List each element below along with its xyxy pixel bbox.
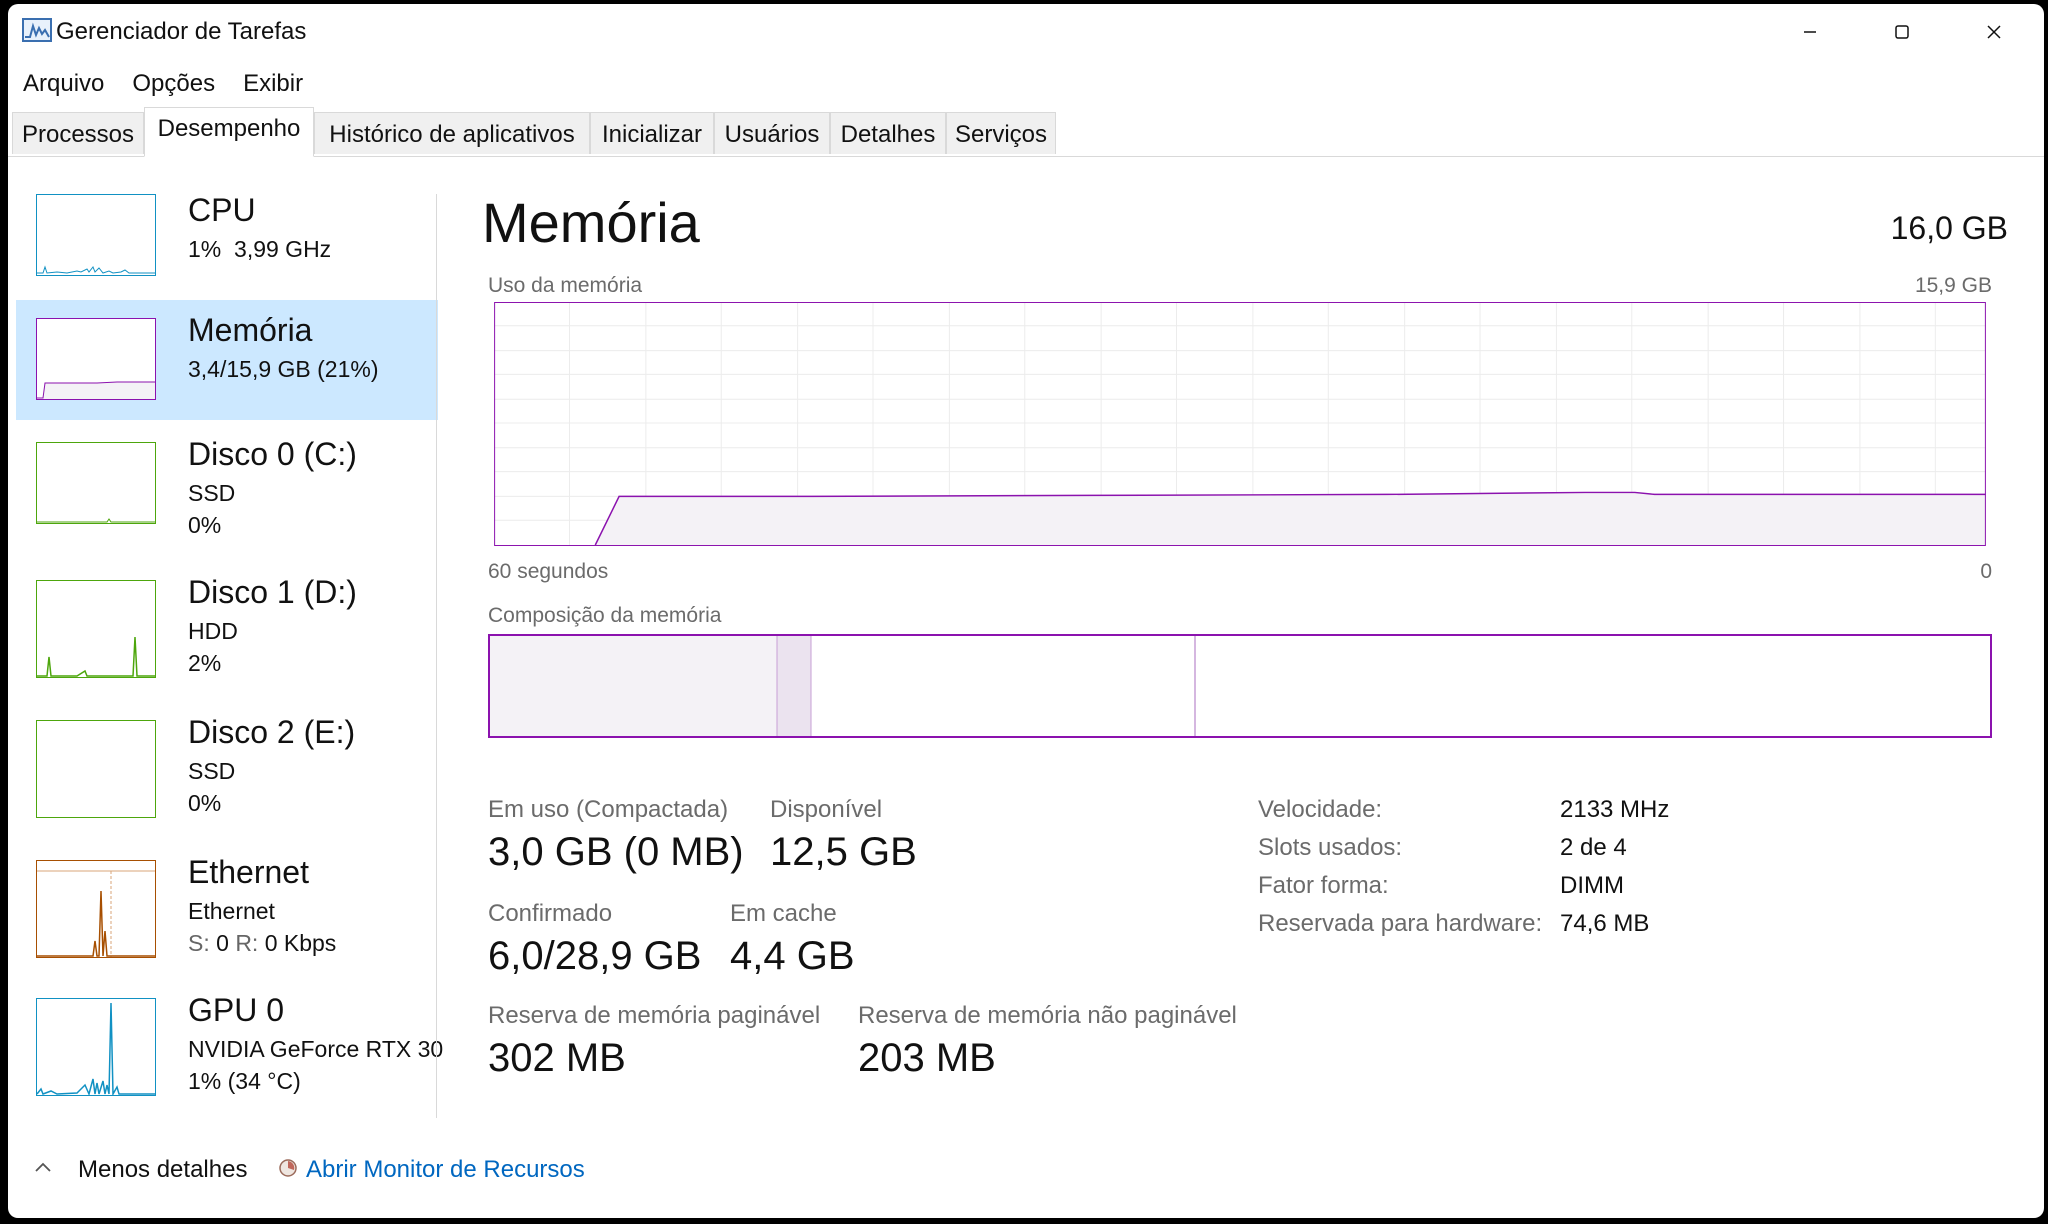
ethernet-send-label: S: (188, 930, 210, 956)
sidebar-item-cpu[interactable]: CPU 1% 3,99 GHz (16, 184, 438, 296)
committed-label: Confirmado (488, 900, 613, 927)
sidebar-disk0-title: Disco 0 (C:) (188, 436, 357, 472)
close-button[interactable] (1948, 4, 2040, 60)
speed-value: 2133 MHz (1560, 796, 1670, 823)
menu-arquivo[interactable]: Arquivo (8, 66, 118, 106)
menu-bar: Arquivo Opções Exibir (8, 66, 317, 106)
open-resource-monitor-link[interactable]: Abrir Monitor de Recursos (306, 1156, 585, 1184)
sidebar-cpu-title: CPU (188, 192, 256, 228)
sidebar-disk1-title: Disco 1 (D:) (188, 574, 357, 610)
disk1-thumbnail-graph (36, 580, 156, 678)
slots-value: 2 de 4 (1560, 834, 1627, 861)
sidebar-ethernet-title: Ethernet (188, 854, 309, 890)
nonpaged-pool-label: Reserva de memória não paginável (858, 1002, 1237, 1029)
speed-label: Velocidade: (1258, 796, 1383, 823)
cpu-speed: 3,99 GHz (234, 236, 332, 262)
tab-detalhes[interactable]: Detalhes (830, 112, 946, 154)
less-details-button[interactable]: Menos detalhes (78, 1156, 247, 1184)
committed-value: 6,0/28,9 GB (488, 934, 702, 978)
available-value: 12,5 GB (770, 830, 917, 874)
sidebar-disk2-usage: 0% (188, 790, 222, 816)
tab-historico[interactable]: Histórico de aplicativos (314, 112, 590, 154)
close-icon (1987, 25, 2001, 39)
maximize-icon (1895, 25, 1909, 39)
tab-usuarios[interactable]: Usuários (714, 112, 830, 154)
memory-usage-label: Uso da memória (488, 274, 643, 297)
disk0-thumbnail-graph (36, 442, 156, 524)
task-manager-app-icon (22, 18, 52, 42)
paged-pool-label: Reserva de memória paginável (488, 1002, 821, 1029)
sidebar-memory-title: Memória (188, 312, 313, 348)
nonpaged-pool-value: 203 MB (858, 1036, 996, 1080)
gpu-thumbnail-graph (36, 998, 156, 1096)
resource-sidebar: CPU 1% 3,99 GHz Memória 3,4/15,9 GB (21%… (16, 184, 443, 1116)
chevron-up-icon[interactable] (34, 1160, 52, 1179)
ethernet-recv-value: 0 Kbps (264, 930, 337, 956)
form-factor-value: DIMM (1560, 872, 1624, 899)
task-manager-window: Gerenciador de Tarefas Arquivo Opções Ex… (8, 4, 2044, 1218)
in-use-label: Em uso (Compactada) (488, 796, 729, 823)
memory-composition-label: Composição da memória (488, 604, 722, 627)
sidebar-item-ethernet[interactable]: Ethernet Ethernet S: 0 R: 0 Kbps (16, 854, 438, 978)
resource-monitor-icon (278, 1158, 298, 1183)
sidebar-disk2-title: Disco 2 (E:) (188, 714, 356, 750)
sidebar-memory-usage: 3,4/15,9 GB (21%) (188, 356, 379, 382)
available-label: Disponível (770, 796, 883, 823)
hardware-reserved-value: 74,6 MB (1560, 910, 1650, 937)
menu-opcoes[interactable]: Opções (118, 66, 229, 106)
sidebar-divider (436, 194, 437, 1118)
ethernet-recv-label: R: (235, 930, 259, 956)
window-title: Gerenciador de Tarefas (56, 18, 307, 45)
sidebar-disk0-usage: 0% (188, 512, 222, 538)
menu-exibir[interactable]: Exibir (229, 66, 317, 106)
sidebar-disk2-type: SSD (188, 758, 236, 784)
sidebar-item-gpu[interactable]: GPU 0 NVIDIA GeForce RTX 30 1% (34 °C) (16, 992, 443, 1116)
memory-composition-bar (488, 634, 1992, 738)
sidebar-cpu-stats: 1% 3,99 GHz (188, 236, 331, 263)
page-title: Memória (482, 191, 700, 254)
in-use-value: 3,0 GB (0 MB) (488, 830, 744, 874)
tab-processos[interactable]: Processos (12, 112, 144, 154)
sidebar-disk0-type: SSD (188, 480, 236, 506)
sidebar-item-disk1[interactable]: Disco 1 (D:) HDD 2% (16, 574, 438, 698)
sidebar-ethernet-adapter: Ethernet (188, 898, 275, 924)
maximize-button[interactable] (1856, 4, 1948, 60)
form-factor-label: Fator forma: (1258, 872, 1389, 899)
minimize-icon (1804, 31, 1816, 33)
memory-capacity: 16,0 GB (1890, 210, 2008, 246)
sidebar-disk1-usage: 2% (188, 650, 222, 676)
sidebar-item-disk2[interactable]: Disco 2 (E:) SSD 0% (16, 714, 438, 838)
hardware-reserved-label: Reservada para hardware: (1258, 910, 1543, 937)
slots-label: Slots usados: (1258, 834, 1403, 861)
disk2-thumbnail-graph (36, 720, 156, 818)
sidebar-gpu-model: NVIDIA GeForce RTX 30 (188, 1036, 444, 1062)
cpu-thumbnail-graph (36, 194, 156, 276)
tab-servicos[interactable]: Serviços (946, 112, 1056, 154)
sidebar-item-memory[interactable]: Memória 3,4/15,9 GB (21%) (16, 300, 438, 420)
tab-desempenho[interactable]: Desempenho (144, 107, 314, 157)
graph-axis-left: 60 segundos (488, 560, 609, 583)
sidebar-gpu-usage: 1% (34 °C) (188, 1068, 301, 1094)
cached-label: Em cache (730, 900, 837, 927)
minimize-button[interactable] (1764, 4, 1856, 60)
sidebar-gpu-title: GPU 0 (188, 992, 285, 1028)
memory-usage-graph (494, 302, 1986, 546)
paged-pool-value: 302 MB (488, 1036, 626, 1080)
ethernet-thumbnail-graph (36, 860, 156, 958)
sidebar-disk1-type: HDD (188, 618, 238, 644)
sidebar-item-disk0[interactable]: Disco 0 (C:) SSD 0% (16, 436, 438, 560)
ethernet-send-value: 0 (216, 930, 229, 956)
cpu-usage: 1% (188, 236, 222, 262)
tab-bar: Processos Desempenho Histórico de aplica… (8, 107, 2044, 157)
tab-inicializar[interactable]: Inicializar (590, 112, 714, 154)
sidebar-ethernet-throughput: S: 0 R: 0 Kbps (188, 930, 336, 957)
title-bar: Gerenciador de Tarefas (8, 4, 2044, 60)
memory-detail-panel: Memória 16,0 GB Uso da memória 15,9 GB 6… (482, 184, 2008, 1124)
memory-usage-max: 15,9 GB (1914, 274, 1992, 297)
cached-value: 4,4 GB (730, 934, 855, 978)
footer-bar: Menos detalhes Abrir Monitor de Recursos (8, 1150, 2044, 1200)
memory-thumbnail-graph (36, 318, 156, 400)
graph-axis-right: 0 (1980, 560, 1992, 583)
